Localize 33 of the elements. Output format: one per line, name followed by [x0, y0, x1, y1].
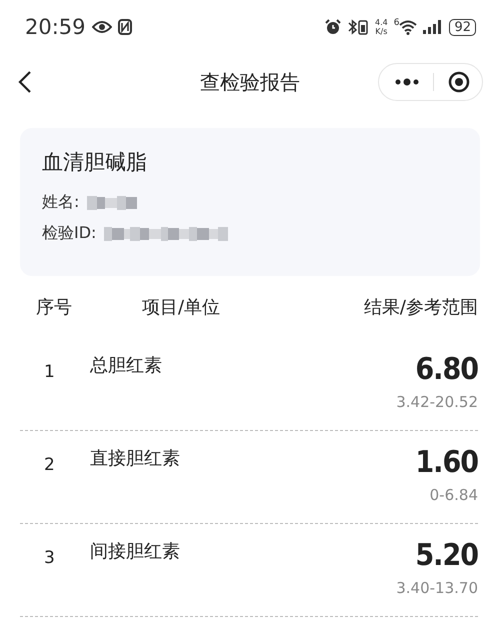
blurred-text-drawing — [87, 196, 138, 210]
speed-unit: K/s — [375, 27, 388, 36]
signal-icon — [423, 20, 444, 34]
column-header: 项目/单位 — [142, 296, 222, 319]
reference-range: 0-6.84 — [430, 486, 478, 504]
row-number: 1 — [43, 361, 56, 382]
alarm-icon — [324, 19, 341, 35]
network-type: 6 — [394, 18, 400, 28]
row-number: 2 — [43, 454, 56, 475]
column-header: 结果/参考范围 — [364, 296, 478, 319]
reference-range: 3.40-13.70 — [396, 579, 478, 597]
wifi-icon — [399, 20, 418, 34]
bluetooth-battery-icon — [346, 19, 369, 35]
reference-range: 3.42-20.52 — [396, 393, 478, 411]
result-value: 6.80 — [415, 352, 478, 387]
clock-time: 20:59 — [25, 15, 86, 39]
item-name: 直接胆红素 — [90, 447, 181, 470]
eye-icon — [92, 20, 112, 34]
battery-indicator: 92 — [449, 18, 476, 36]
page-title: 查检验报告 — [200, 68, 300, 96]
result-value: 1.60 — [415, 445, 478, 480]
column-header: 序号 — [36, 296, 73, 319]
more-icon[interactable] — [395, 78, 419, 86]
field-label: 检验ID: — [42, 223, 96, 244]
result-value: 5.20 — [415, 538, 478, 573]
speed-value: 4.4 — [374, 18, 388, 27]
item-name: 间接胆红素 — [90, 540, 181, 563]
item-name: 总胆红素 — [90, 354, 163, 377]
row-number: 3 — [43, 547, 56, 568]
card-title: 血清胆碱脂 — [42, 149, 148, 176]
nfc-icon — [118, 19, 132, 35]
field-label: 姓名: — [42, 192, 80, 213]
back-icon[interactable] — [18, 70, 32, 94]
